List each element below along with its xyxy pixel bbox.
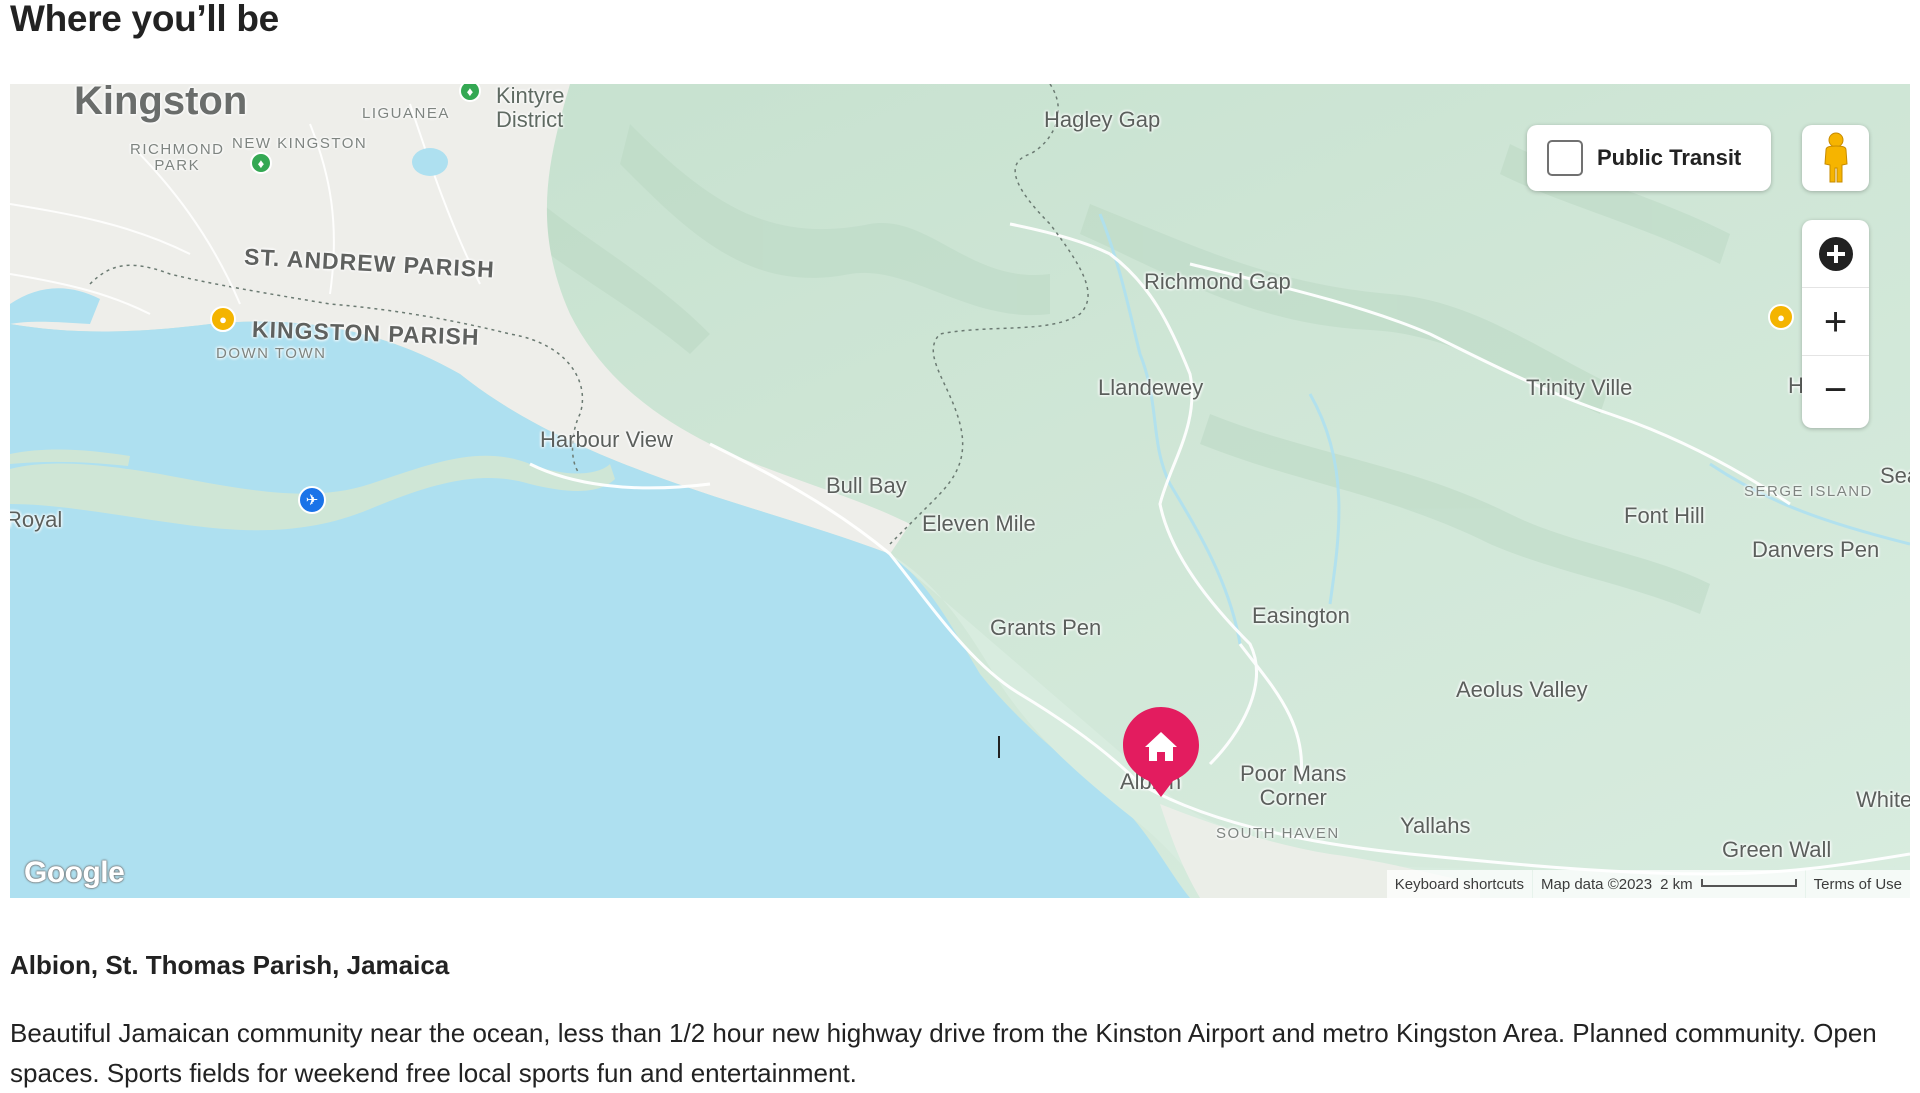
scale-control[interactable]: 2 km: [1660, 870, 1805, 898]
place-label-kintyre-line1: Kintyre: [496, 84, 565, 108]
neighborhood-label-serge-island: SERGE ISLAND: [1744, 483, 1873, 500]
richmond-park-line1: RICHMOND: [130, 141, 225, 158]
text-cursor: [998, 736, 1000, 758]
public-transit-checkbox[interactable]: [1547, 140, 1583, 176]
place-label-poor-mans-corner: Poor Mans Corner: [1240, 762, 1346, 810]
place-label-green-wall: Green Wall: [1722, 837, 1832, 862]
place-label-grants-pen: Grants Pen: [990, 615, 1102, 640]
zoom-out-button[interactable]: −: [1802, 356, 1869, 424]
place-label-easington: Easington: [1252, 603, 1350, 628]
scale-label: 2 km: [1660, 875, 1693, 893]
zoom-out-icon: −: [1823, 368, 1848, 412]
park-poi-icon[interactable]: ♦: [250, 152, 272, 174]
home-pin-icon[interactable]: [1121, 705, 1201, 799]
city-label-kingston: Kingston: [74, 84, 248, 123]
attraction-poi-icon[interactable]: ●: [1768, 304, 1794, 330]
place-label-font-hill: Font Hill: [1624, 503, 1705, 528]
neighborhood-label-new-kingston: NEW KINGSTON: [232, 135, 368, 152]
map-attribution: Keyboard shortcuts Map data ©2023 2 km T…: [1386, 870, 1910, 898]
place-label-richmond-gap: Richmond Gap: [1144, 269, 1291, 294]
terms-of-use-link[interactable]: Terms of Use: [1805, 870, 1910, 898]
place-label-aeolus-valley: Aeolus Valley: [1456, 677, 1588, 702]
neighborhood-label-down-town: DOWN TOWN: [216, 345, 327, 362]
neighborhood-label-richmond-park: RICHMOND PARK: [130, 142, 225, 174]
neighborhood-label-liguanea: LIGUANEA: [362, 105, 450, 122]
pegman-icon: [1823, 132, 1848, 183]
my-location-button[interactable]: [1802, 220, 1869, 288]
map[interactable]: Kingston LIGUANEA Kintyre District NEW K…: [10, 84, 1910, 898]
zoom-controls: + −: [1802, 220, 1869, 428]
place-label-kintyre: Kintyre District: [496, 84, 564, 132]
google-logo: Google: [24, 856, 125, 889]
listing-address: Albion, St. Thomas Parish, Jamaica: [10, 950, 450, 980]
zoom-in-button[interactable]: +: [1802, 288, 1869, 356]
listing-description: Beautiful Jamaican community near the oc…: [10, 1018, 1877, 1088]
map-data-text: Map data ©2023: [1532, 870, 1661, 898]
place-label-danvers-pen: Danvers Pen: [1752, 537, 1880, 562]
home-pin-svg: [1123, 707, 1199, 797]
place-label-kintyre-line2: District: [496, 107, 564, 132]
poor-mans-corner-line1: Poor Mans: [1240, 761, 1347, 786]
my-location-icon: [1818, 236, 1853, 271]
place-label-bull-bay: Bull Bay: [826, 473, 907, 498]
place-label-sea: Sea: [1880, 463, 1910, 488]
public-transit-label: Public Transit: [1597, 145, 1742, 170]
airplane-icon[interactable]: ✈: [298, 486, 326, 514]
section-title: Where you’ll be: [10, 0, 279, 39]
keyboard-shortcuts-link[interactable]: Keyboard shortcuts: [1386, 870, 1532, 898]
scale-bar: [1700, 879, 1797, 887]
place-label-trinity-ville: Trinity Ville: [1526, 375, 1633, 400]
richmond-park-line2: PARK: [154, 157, 201, 174]
place-label-yallahs: Yallahs: [1400, 813, 1471, 838]
place-label-llandewey: Llandewey: [1098, 375, 1204, 400]
neighborhood-label-south-haven: SOUTH HAVEN: [1216, 825, 1340, 842]
place-label-white: White: [1856, 787, 1910, 812]
poor-mans-corner-line2: Corner: [1259, 785, 1327, 810]
zoom-in-icon: +: [1823, 299, 1848, 344]
pegman-button[interactable]: [1802, 125, 1869, 191]
public-transit-toggle[interactable]: Public Transit: [1527, 125, 1771, 191]
place-label-eleven-mile: Eleven Mile: [922, 511, 1036, 536]
place-label-harbour-view: Harbour View: [540, 427, 673, 452]
place-label-royal: Royal: [10, 507, 63, 532]
attraction-poi-icon[interactable]: ●: [210, 306, 236, 332]
place-label-hagley-gap: Hagley Gap: [1044, 107, 1161, 132]
map-terrain: [10, 84, 1910, 898]
